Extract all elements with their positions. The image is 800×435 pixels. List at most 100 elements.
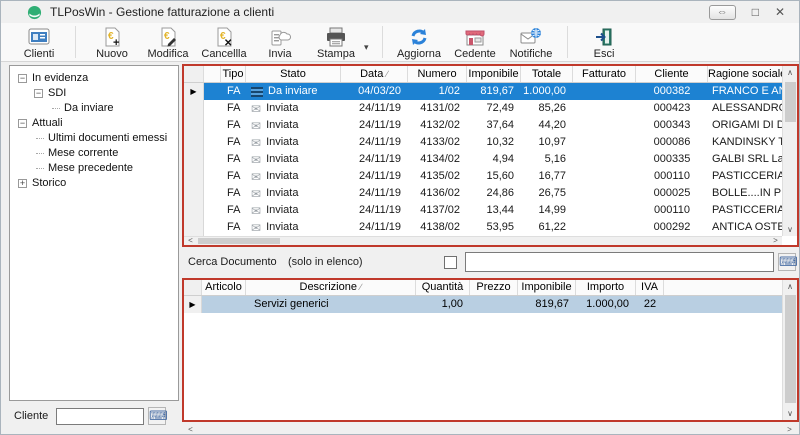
- toolbar-separator: [75, 26, 76, 58]
- header-data[interactable]: Data∕: [341, 66, 408, 82]
- tree-item-attuali[interactable]: − Attuali: [12, 116, 176, 131]
- header-fatturato[interactable]: Fatturato: [573, 66, 636, 82]
- scrollbar-thumb[interactable]: [198, 238, 280, 244]
- clients-card-icon: [28, 26, 50, 48]
- row-selector: [184, 134, 204, 151]
- to-send-icon: [251, 87, 263, 97]
- scrollbar-thumb[interactable]: [785, 82, 796, 122]
- send-cloud-icon: [269, 26, 291, 48]
- header-imponibile[interactable]: Imponibile: [467, 66, 521, 82]
- cliente-input[interactable]: [56, 408, 144, 425]
- scroll-right-icon[interactable]: >: [769, 237, 782, 245]
- tree-item-mese-corrente[interactable]: Mese corrente: [12, 146, 176, 161]
- collapse-icon[interactable]: −: [18, 74, 27, 83]
- minimize-button[interactable]: ⇔: [709, 5, 736, 20]
- table-row[interactable]: ▶ Servizi generici 1,00 819,67 1.000,00 …: [184, 296, 782, 313]
- search-scope-checkbox[interactable]: [444, 256, 457, 269]
- sent-envelope-icon: ✉: [251, 171, 261, 183]
- sent-envelope-icon: ✉: [251, 188, 261, 200]
- header-imponibile[interactable]: Imponibile: [518, 280, 576, 295]
- header-quantita[interactable]: Quantità: [416, 280, 470, 295]
- search-label: Cerca Documento: [188, 256, 288, 268]
- tree-connector: [36, 168, 44, 169]
- notifiche-button[interactable]: Notifiche: [503, 24, 559, 61]
- modifica-button[interactable]: € Modifica: [140, 24, 196, 61]
- row-selector: ▶: [184, 296, 202, 313]
- invia-button[interactable]: Invia: [252, 24, 308, 61]
- close-button[interactable]: ✕: [775, 6, 785, 18]
- cedente-button[interactable]: Cedente: [447, 24, 503, 61]
- tree-item-mese-precedente[interactable]: Mese precedente: [12, 161, 176, 176]
- collapse-icon[interactable]: −: [34, 89, 43, 98]
- tree-item-sdi[interactable]: − SDI: [12, 86, 176, 101]
- app-window: TLPosWin - Gestione fatturazione a clien…: [0, 0, 800, 435]
- sort-ascending-icon: ∕: [360, 282, 362, 292]
- esci-button[interactable]: Esci: [576, 24, 632, 61]
- toolbar: Clienti €+ Nuovo € Modifica €✕ Cancellla…: [1, 23, 800, 62]
- maximize-button[interactable]: □: [752, 6, 759, 18]
- search-hint: (solo in elenco): [288, 256, 380, 268]
- vertical-scrollbar: ∧ ∨: [782, 66, 797, 236]
- scrollbar-thumb[interactable]: [785, 295, 796, 403]
- table-row[interactable]: ▶ FA Da inviare 04/03/20 1/02 819,67 1.0…: [184, 83, 782, 100]
- stampa-button[interactable]: Stampa: [308, 24, 364, 61]
- tree-connector: [36, 153, 44, 154]
- header-stato[interactable]: Stato: [246, 66, 341, 82]
- search-input[interactable]: [465, 252, 774, 272]
- table-row[interactable]: FA ✉Inviata 24/11/19 4137/02 13,44 14,99…: [184, 202, 782, 219]
- scroll-right-icon[interactable]: >: [783, 424, 796, 435]
- annotation-rect-detail-grid: Articolo Descrizione∕ Quantità Prezzo Im…: [182, 278, 799, 422]
- table-row[interactable]: FA ✉Inviata 24/11/19 4136/02 24,86 26,75…: [184, 185, 782, 202]
- tree-connector: [36, 138, 44, 139]
- sent-envelope-icon: ✉: [251, 103, 261, 115]
- header-iva[interactable]: IVA: [636, 280, 664, 295]
- tree-item-da-inviare[interactable]: Da inviare: [12, 101, 176, 116]
- header-numero[interactable]: Numero: [408, 66, 467, 82]
- scroll-left-icon[interactable]: <: [184, 424, 197, 435]
- header-articolo[interactable]: Articolo: [202, 280, 246, 295]
- virtual-keyboard-icon[interactable]: ⌨: [148, 407, 166, 425]
- row-selector: [184, 117, 204, 134]
- table-row[interactable]: FA ✉Inviata 24/11/19 4134/02 4,94 5,16 0…: [184, 151, 782, 168]
- expand-icon[interactable]: +: [18, 179, 27, 188]
- tree-item-in-evidenza[interactable]: − In evidenza: [12, 71, 176, 86]
- toolbar-separator: [567, 26, 568, 58]
- cliente-label: Cliente: [14, 410, 56, 422]
- header-filler: [664, 280, 782, 295]
- sent-envelope-icon: ✉: [251, 222, 261, 234]
- collapse-icon[interactable]: −: [18, 119, 27, 128]
- stampa-dropdown-arrow[interactable]: ▾: [364, 42, 374, 53]
- tree-item-ultimi-documenti[interactable]: Ultimi documenti emessi: [12, 131, 176, 146]
- clienti-button[interactable]: Clienti: [11, 24, 67, 61]
- cancella-button[interactable]: €✕ Cancellla: [196, 24, 252, 61]
- scroll-up-icon[interactable]: ∧: [783, 280, 797, 293]
- row-selector: [184, 185, 204, 202]
- header-prezzo[interactable]: Prezzo: [470, 280, 518, 295]
- table-row[interactable]: FA ✉Inviata 24/11/19 4133/02 10,32 10,97…: [184, 134, 782, 151]
- scroll-down-icon[interactable]: ∨: [783, 223, 797, 236]
- invoice-grid-header: Tipo Stato Data∕ Numero Imponibile Total…: [184, 66, 782, 83]
- header-ragione-sociale[interactable]: Ragione sociale: [708, 66, 782, 82]
- virtual-keyboard-icon[interactable]: ⌨: [778, 253, 796, 271]
- header-icon-col[interactable]: [204, 66, 221, 82]
- table-row[interactable]: FA ✉Inviata 24/11/19 4131/02 72,49 85,26…: [184, 100, 782, 117]
- table-row[interactable]: FA ✉Inviata 24/11/19 4135/02 15,60 16,77…: [184, 168, 782, 185]
- header-selector: [184, 280, 202, 295]
- tree-item-storico[interactable]: + Storico: [12, 176, 176, 191]
- detail-grid-header: Articolo Descrizione∕ Quantità Prezzo Im…: [184, 280, 782, 296]
- sent-envelope-icon: ✉: [251, 137, 261, 149]
- header-tipo[interactable]: Tipo: [221, 66, 246, 82]
- nuovo-button[interactable]: €+ Nuovo: [84, 24, 140, 61]
- aggiorna-button[interactable]: Aggiorna: [391, 24, 447, 61]
- scroll-down-icon[interactable]: ∨: [783, 407, 797, 420]
- header-cliente[interactable]: Cliente: [636, 66, 708, 82]
- row-selector: ▶: [184, 83, 204, 100]
- header-importo[interactable]: Importo: [576, 280, 636, 295]
- header-totale[interactable]: Totale: [521, 66, 573, 82]
- table-row[interactable]: FA ✉Inviata 24/11/19 4132/02 37,64 44,20…: [184, 117, 782, 134]
- header-descrizione[interactable]: Descrizione∕: [246, 280, 416, 295]
- table-row[interactable]: FA ✉Inviata 24/11/19 4138/02 53,95 61,22…: [184, 219, 782, 236]
- scroll-up-icon[interactable]: ∧: [783, 66, 797, 79]
- svg-text:✕: ✕: [224, 38, 232, 47]
- scroll-left-icon[interactable]: <: [184, 237, 197, 245]
